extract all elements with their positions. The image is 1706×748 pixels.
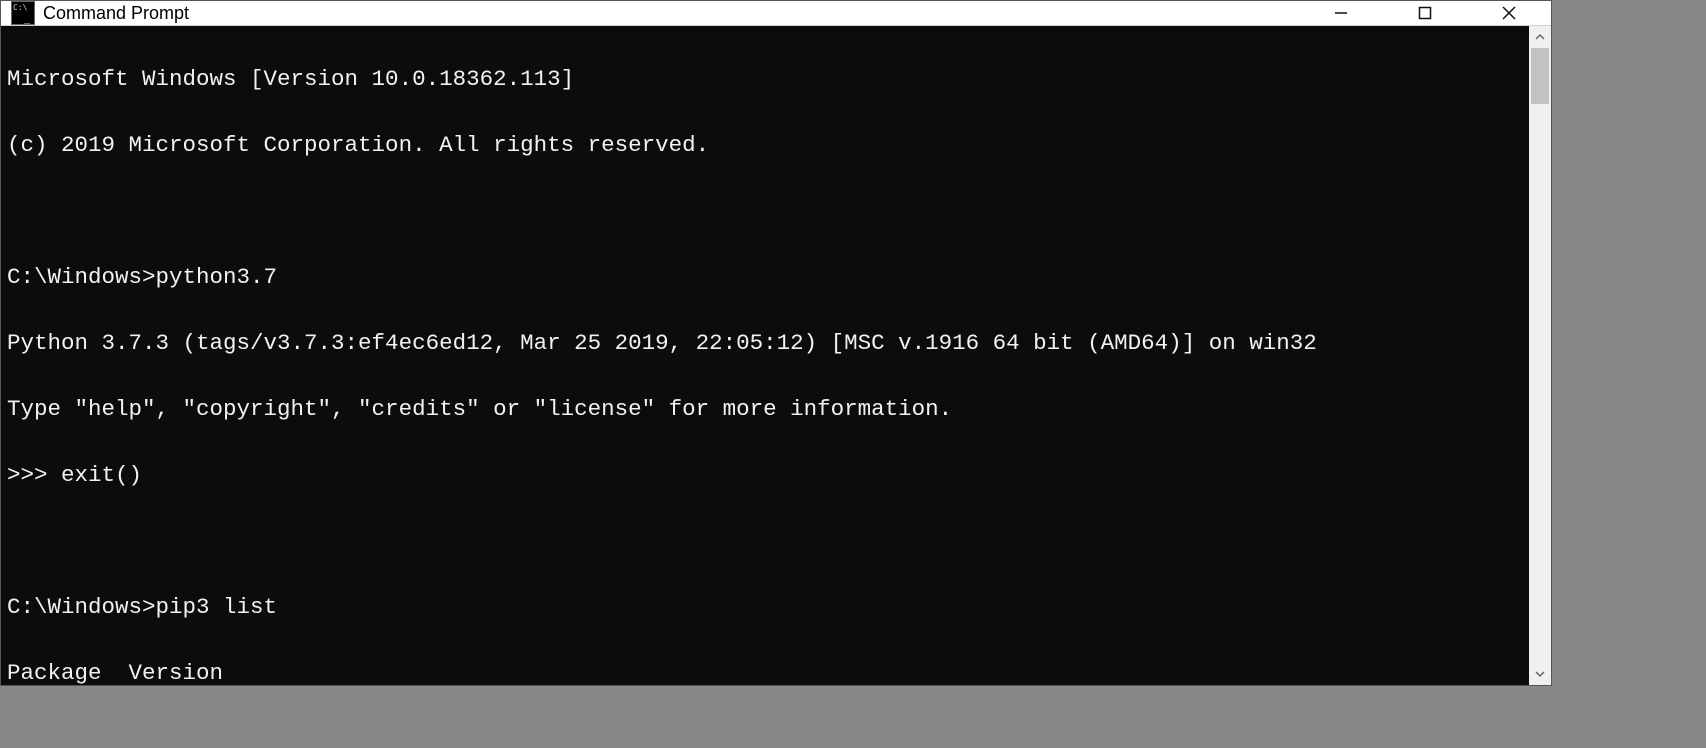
prompt-text: C:\Windows> (7, 594, 156, 620)
vertical-scrollbar[interactable] (1529, 26, 1551, 685)
prompt-text: C:\Windows> (7, 264, 156, 290)
command-prompt-window: Command Prompt Microsoft Windows [Versio… (0, 0, 1552, 686)
window-controls (1299, 1, 1551, 25)
output-line: Microsoft Windows [Version 10.0.18362.11… (7, 63, 1523, 96)
scrollbar-thumb[interactable] (1531, 48, 1549, 104)
command-text: exit() (61, 462, 142, 488)
command-text: pip3 list (156, 594, 278, 620)
python-prompt: >>> (7, 462, 61, 488)
output-line: Type "help", "copyright", "credits" or "… (7, 393, 1523, 426)
scroll-down-button[interactable] (1529, 663, 1551, 685)
minimize-button[interactable] (1299, 1, 1383, 25)
minimize-icon (1333, 5, 1349, 21)
terminal-output[interactable]: Microsoft Windows [Version 10.0.18362.11… (1, 26, 1529, 685)
scrollbar-track[interactable] (1529, 48, 1551, 663)
output-blank (7, 525, 1523, 558)
maximize-icon (1417, 5, 1433, 21)
titlebar[interactable]: Command Prompt (1, 1, 1551, 26)
scroll-up-button[interactable] (1529, 26, 1551, 48)
client-area: Microsoft Windows [Version 10.0.18362.11… (1, 26, 1551, 685)
command-text: python3.7 (156, 264, 278, 290)
pip-header: Package Version (7, 657, 1523, 685)
output-line: Python 3.7.3 (tags/v3.7.3:ef4ec6ed12, Ma… (7, 327, 1523, 360)
window-title: Command Prompt (43, 3, 189, 24)
output-line: C:\Windows>python3.7 (7, 261, 1523, 294)
output-line: >>> exit() (7, 459, 1523, 492)
close-icon (1501, 5, 1517, 21)
output-line: (c) 2019 Microsoft Corporation. All righ… (7, 129, 1523, 162)
maximize-button[interactable] (1383, 1, 1467, 25)
chevron-up-icon (1535, 32, 1545, 42)
output-line: C:\Windows>pip3 list (7, 591, 1523, 624)
cmd-app-icon (11, 1, 35, 25)
close-button[interactable] (1467, 1, 1551, 25)
chevron-down-icon (1535, 669, 1545, 679)
output-blank (7, 195, 1523, 228)
